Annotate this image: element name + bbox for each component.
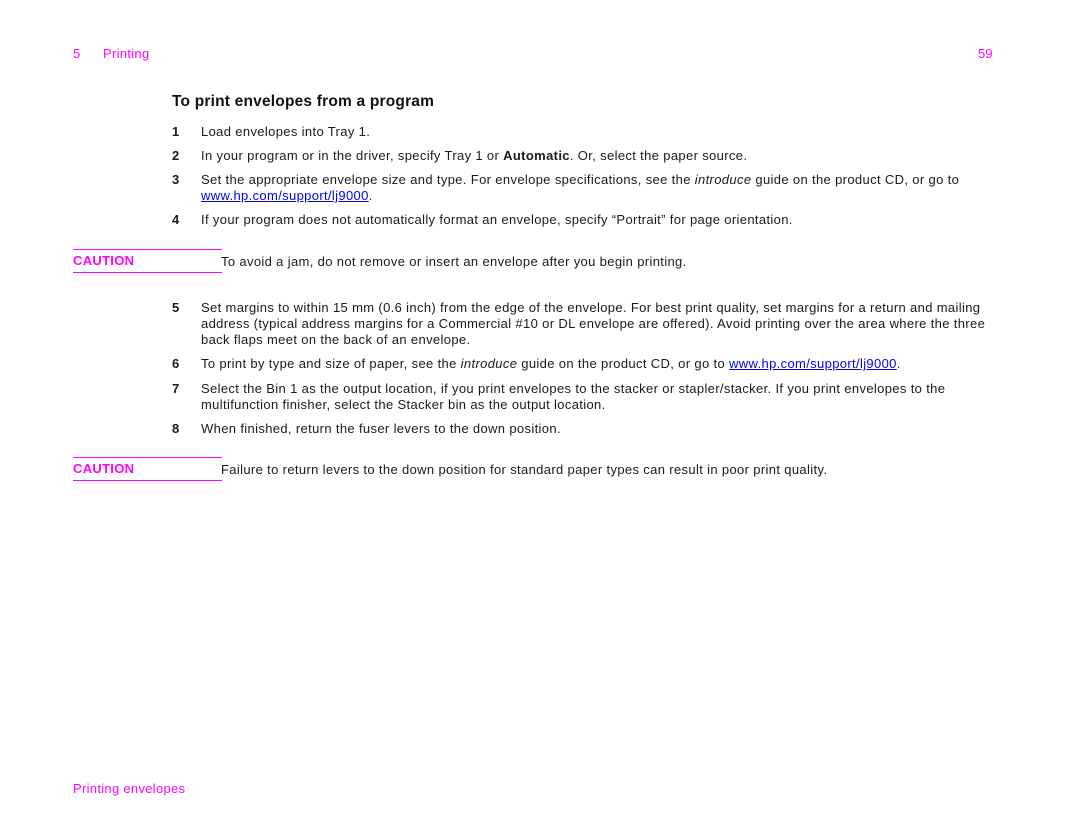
step-8: 8 When finished, return the fuser levers… (172, 421, 1012, 437)
chapter-number: 5 (73, 46, 81, 61)
support-link[interactable]: www.hp.com/support/lj9000 (729, 356, 897, 371)
step-5: 5 Set margins to within 15 mm (0.6 inch)… (172, 300, 1012, 348)
text-run: guide on the product CD, or go to (517, 356, 730, 371)
step-3: 3 Set the appropriate envelope size and … (172, 172, 1012, 204)
step-number: 7 (172, 381, 180, 396)
step-4: 4 If your program does not automatically… (172, 212, 1012, 228)
text-run: . (896, 356, 901, 371)
caution-text: To avoid a jam, do not remove or insert … (221, 254, 687, 269)
step-text: Set the appropriate envelope size and ty… (201, 172, 1012, 204)
step-text: Set margins to within 15 mm (0.6 inch) f… (201, 300, 986, 347)
text-run: To print by type and size of paper, see … (201, 356, 461, 371)
text-run: . Or, select the paper source. (569, 148, 748, 163)
step-1: 1 Load envelopes into Tray 1. (172, 124, 1012, 140)
step-text: In your program or in the driver, specif… (201, 148, 1012, 164)
text-run: Set the appropriate envelope size and ty… (201, 172, 695, 187)
step-text: Load envelopes into Tray 1. (201, 124, 371, 139)
caution-label: CAUTION (73, 253, 135, 268)
step-7: 7 Select the Bin 1 as the output locatio… (172, 381, 1012, 413)
caution-box: CAUTION (73, 457, 222, 481)
running-footer: Printing envelopes (73, 781, 186, 796)
text-run: In your program or in the driver, specif… (201, 148, 504, 163)
caution-box: CAUTION (73, 249, 222, 273)
step-text: To print by type and size of paper, see … (201, 356, 1012, 372)
step-2: 2 In your program or in the driver, spec… (172, 148, 1012, 164)
caution-text: Failure to return levers to the down pos… (221, 462, 828, 477)
step-text: If your program does not automatically f… (201, 212, 793, 227)
guide-name: introduce (694, 172, 752, 187)
text-run: guide on the product CD, or go to (751, 172, 960, 187)
support-link[interactable]: www.hp.com/support/lj9000 (201, 188, 369, 203)
running-header: 5 Printing (73, 46, 149, 61)
step-number: 5 (172, 300, 180, 315)
section-title: To print envelopes from a program (172, 93, 435, 110)
step-number: 2 (172, 148, 180, 163)
guide-name: introduce (460, 356, 518, 371)
step-6: 6 To print by type and size of paper, se… (172, 356, 1012, 372)
page-number: 59 (978, 46, 993, 61)
step-number: 4 (172, 212, 180, 227)
automatic-option: Automatic (503, 148, 570, 163)
step-text: When finished, return the fuser levers t… (201, 421, 561, 436)
step-number: 3 (172, 172, 180, 187)
step-number: 6 (172, 356, 180, 371)
chapter-title: Printing (103, 46, 150, 61)
step-number: 8 (172, 421, 180, 436)
step-text: Select the Bin 1 as the output location,… (201, 381, 946, 412)
caution-label: CAUTION (73, 461, 135, 476)
step-number: 1 (172, 124, 180, 139)
text-run: . (368, 188, 373, 203)
